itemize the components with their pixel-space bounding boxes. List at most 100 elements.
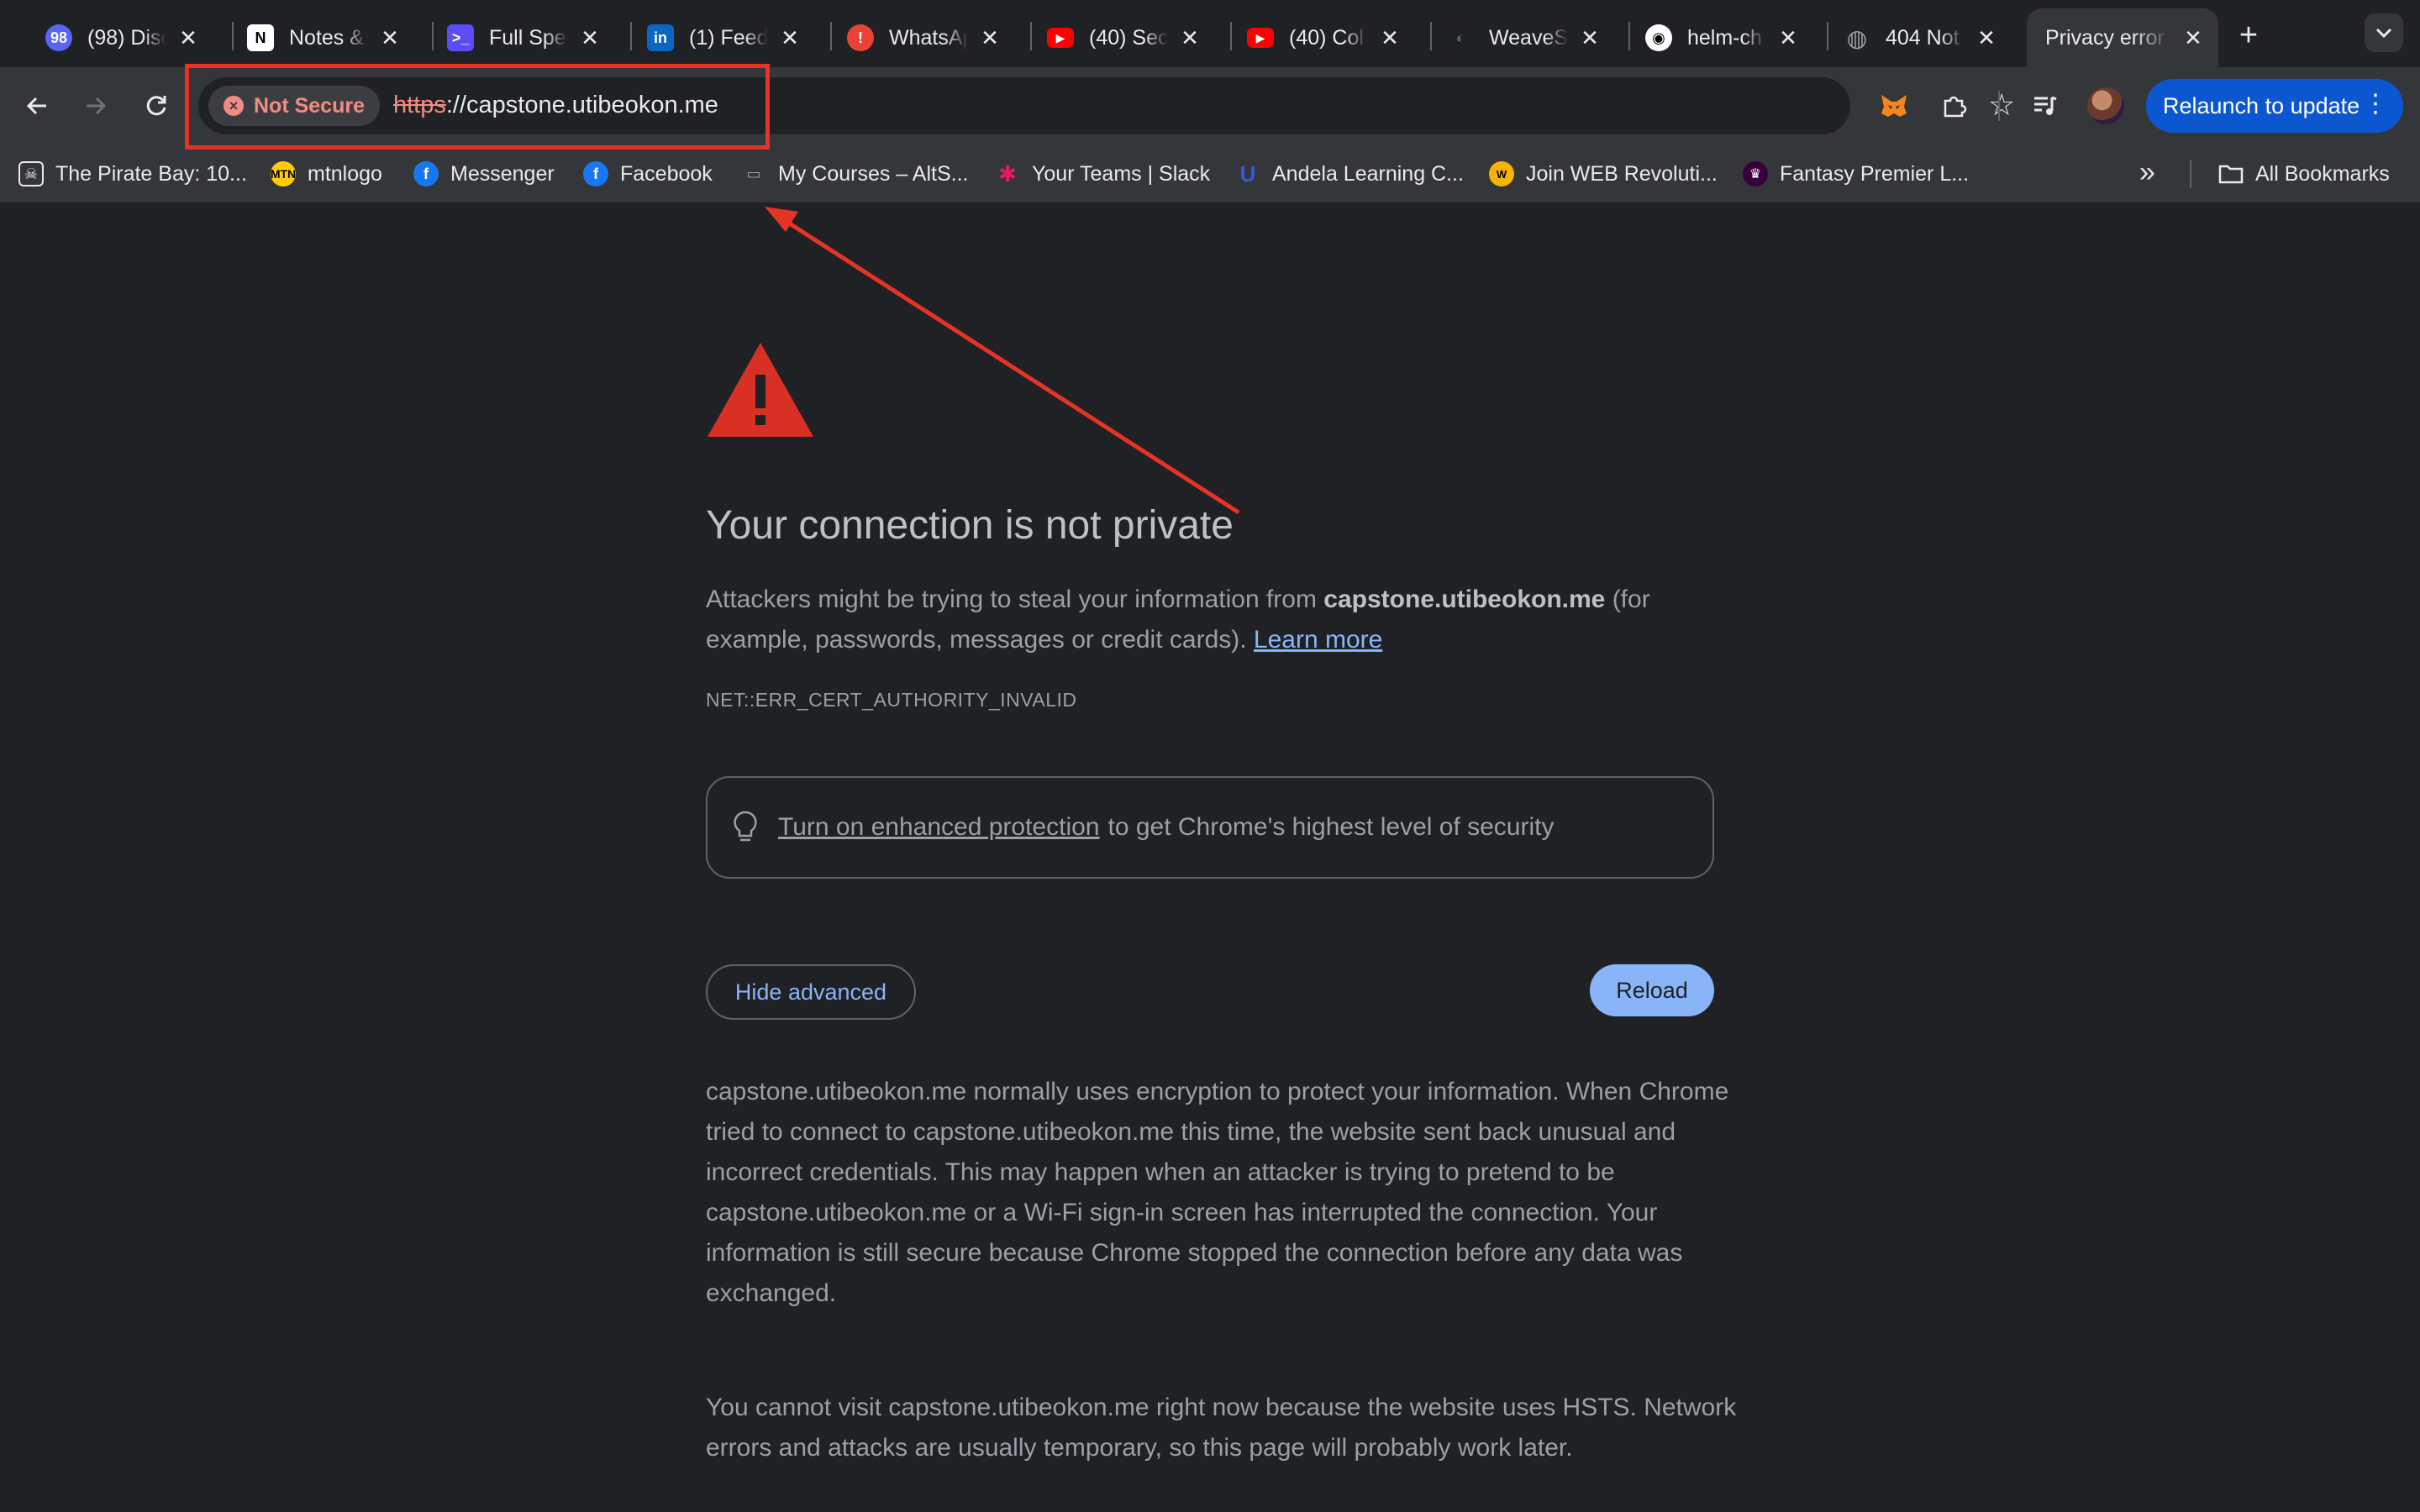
tab-title: Full Spec [489,25,568,50]
intro-domain: capstone.utibeokon.me [1323,585,1606,613]
bookmarks-bar: ☠ The Pirate Bay: 10... MTN mtnlogo f Me… [0,144,2420,203]
bookmarks-overflow-icon[interactable]: » [2139,156,2155,189]
tab-full-spec[interactable]: >_ Full Spec ✕ [429,8,615,67]
close-icon[interactable]: ✕ [576,24,603,51]
relaunch-button[interactable]: Relaunch to update ⋮ [2146,79,2403,133]
back-button[interactable] [17,86,57,126]
more-vert-icon[interactable]: ⋮ [2363,89,2388,118]
bookmark-andela[interactable]: U Andela Learning C... [1235,158,1464,190]
tab-weave[interactable]: ◐ WeaveS ✕ [1428,8,1615,67]
media-control-button[interactable] [2025,86,2065,126]
annotation-highlight-box [185,64,770,150]
bookmark-fantasy-premier-league[interactable]: ♛ Fantasy Premier L... [1743,158,1969,190]
mtn-icon: MTN [271,161,296,186]
tab-title: (40) Col [1289,25,1364,50]
tab-title: helm-ch [1687,25,1762,50]
tab-notion[interactable]: N Notes & Ideas ✕ [229,8,415,67]
forward-button[interactable] [76,86,116,126]
metamask-icon[interactable] [1874,86,1914,126]
intro-paragraph: Attackers might be trying to steal your … [706,580,1731,660]
tab-search-button[interactable] [2365,13,2403,52]
fox-icon [1881,95,1907,117]
bookmark-label: Your Teams | Slack [1032,161,1211,186]
tab-title: WeaveS [1489,25,1568,50]
bookmark-label: mtnlogo [308,161,382,186]
notion-icon: N [247,24,274,51]
tab-linkedin[interactable]: in (1) Feed ✕ [629,8,815,67]
bookmark-web-revolution[interactable]: W Join WEB Revoluti... [1489,158,1718,190]
reload-page-button[interactable]: Reload [1590,964,1714,1016]
tab-404[interactable]: ◍ 404 Not ✕ [1825,8,2012,67]
tab-whatsapp[interactable]: ! WhatsApp ✕ [829,8,1015,67]
learn-more-link[interactable]: Learn more [1254,626,1382,654]
tab-title: (98) Discord [87,25,166,50]
bookmark-label: Fantasy Premier L... [1780,161,1970,186]
interstitial-page: Your connection is not private Attackers… [0,203,2420,1512]
playlist-icon [2034,96,2057,115]
bookmark-label: Facebook [620,161,713,186]
new-tab-button[interactable]: + [2230,17,2267,54]
close-icon[interactable]: ✕ [1376,24,1403,51]
bookmark-facebook[interactable]: f Facebook [583,158,713,190]
bookmark-label: Messenger [450,161,555,186]
tab-privacy-error[interactable]: Privacy error ✕ [2027,8,2218,67]
toolbar-divider [1998,91,2000,121]
premier-league-icon: ♛ [1743,161,1768,186]
bookmark-label: Andela Learning C... [1272,161,1464,186]
close-icon[interactable]: ✕ [1973,24,2000,51]
relaunch-label: Relaunch to update [2163,92,2360,118]
andela-icon: U [1239,160,1256,186]
terminal-icon: >_ [447,24,474,51]
bookmarks-divider [2190,160,2191,188]
bookmark-pirate-bay[interactable]: ☠ The Pirate Bay: 10... [18,158,247,190]
tab-youtube-2[interactable]: ▶ (40) Col ✕ [1228,8,1415,67]
close-icon[interactable]: ✕ [2180,24,2207,51]
chevron-down-icon [2375,28,2392,39]
facebook-icon: f [413,161,439,186]
refresh-icon [146,96,166,116]
bookmark-messenger[interactable]: f Messenger [413,158,555,190]
close-icon[interactable]: ✕ [776,24,803,51]
close-icon[interactable]: ✕ [1775,24,1802,51]
bookmark-slack[interactable]: ✱ Your Teams | Slack [995,158,1210,190]
bookmark-mtnlogo[interactable]: MTN mtnlogo [271,158,382,190]
arrow-right-icon [87,97,107,115]
tab-title: Notes & Ideas [289,25,368,50]
hsts-paragraph: You cannot visit capstone.utibeokon.me r… [706,1394,1737,1462]
page-title: Your connection is not private [706,503,1234,548]
bookmark-label: My Courses – AltS... [778,161,969,186]
close-icon[interactable]: ✕ [376,24,403,51]
warning-icon [708,343,813,437]
discord-icon: 98 [45,24,72,51]
tab-title: WhatsApp [889,25,968,50]
profile-avatar[interactable] [2087,87,2124,124]
youtube-icon: ▶ [1247,28,1274,48]
close-icon[interactable]: ✕ [976,24,1003,51]
tab-title: 404 Not [1886,25,1960,50]
tab-title: Privacy error [2045,25,2165,50]
all-bookmarks-button[interactable]: All Bookmarks [2218,158,2390,190]
close-icon[interactable]: ✕ [1576,24,1603,51]
intro-text: Attackers might be trying to steal your … [706,585,1324,613]
slack-icon: ✱ [998,160,1017,186]
weave-icon: ◐ [1447,24,1474,51]
lightbulb-icon [734,811,757,842]
close-icon[interactable]: ✕ [175,24,202,51]
enhanced-protection-link[interactable]: Turn on enhanced protection [778,813,1100,842]
tab-discord[interactable]: 98 (98) Discord ✕ [27,8,213,67]
hide-advanced-button[interactable]: Hide advanced [706,964,916,1020]
close-icon[interactable]: ✕ [1176,24,1203,51]
tab-youtube-1[interactable]: ▶ (40) Sec ✕ [1028,8,1215,67]
enhanced-protection-box: Turn on enhanced protection to get Chrom… [706,776,1714,879]
youtube-icon: ▶ [1047,28,1074,48]
folder-icon [2218,161,2244,186]
extensions-button[interactable] [1934,86,1975,126]
tab-github[interactable]: ◉ helm-ch ✕ [1627,8,1813,67]
bookmark-my-courses[interactable]: ▭ My Courses – AltS... [741,158,968,190]
bookmark-star-icon[interactable]: ☆ [1988,87,2015,123]
reload-button[interactable] [136,86,176,126]
enhanced-protection-text: to get Chrome's highest level of securit… [1107,813,1555,841]
folder-icon: ▭ [746,165,761,182]
all-bookmarks-label: All Bookmarks [2255,161,2390,186]
globe-icon: ◍ [1846,24,1868,51]
